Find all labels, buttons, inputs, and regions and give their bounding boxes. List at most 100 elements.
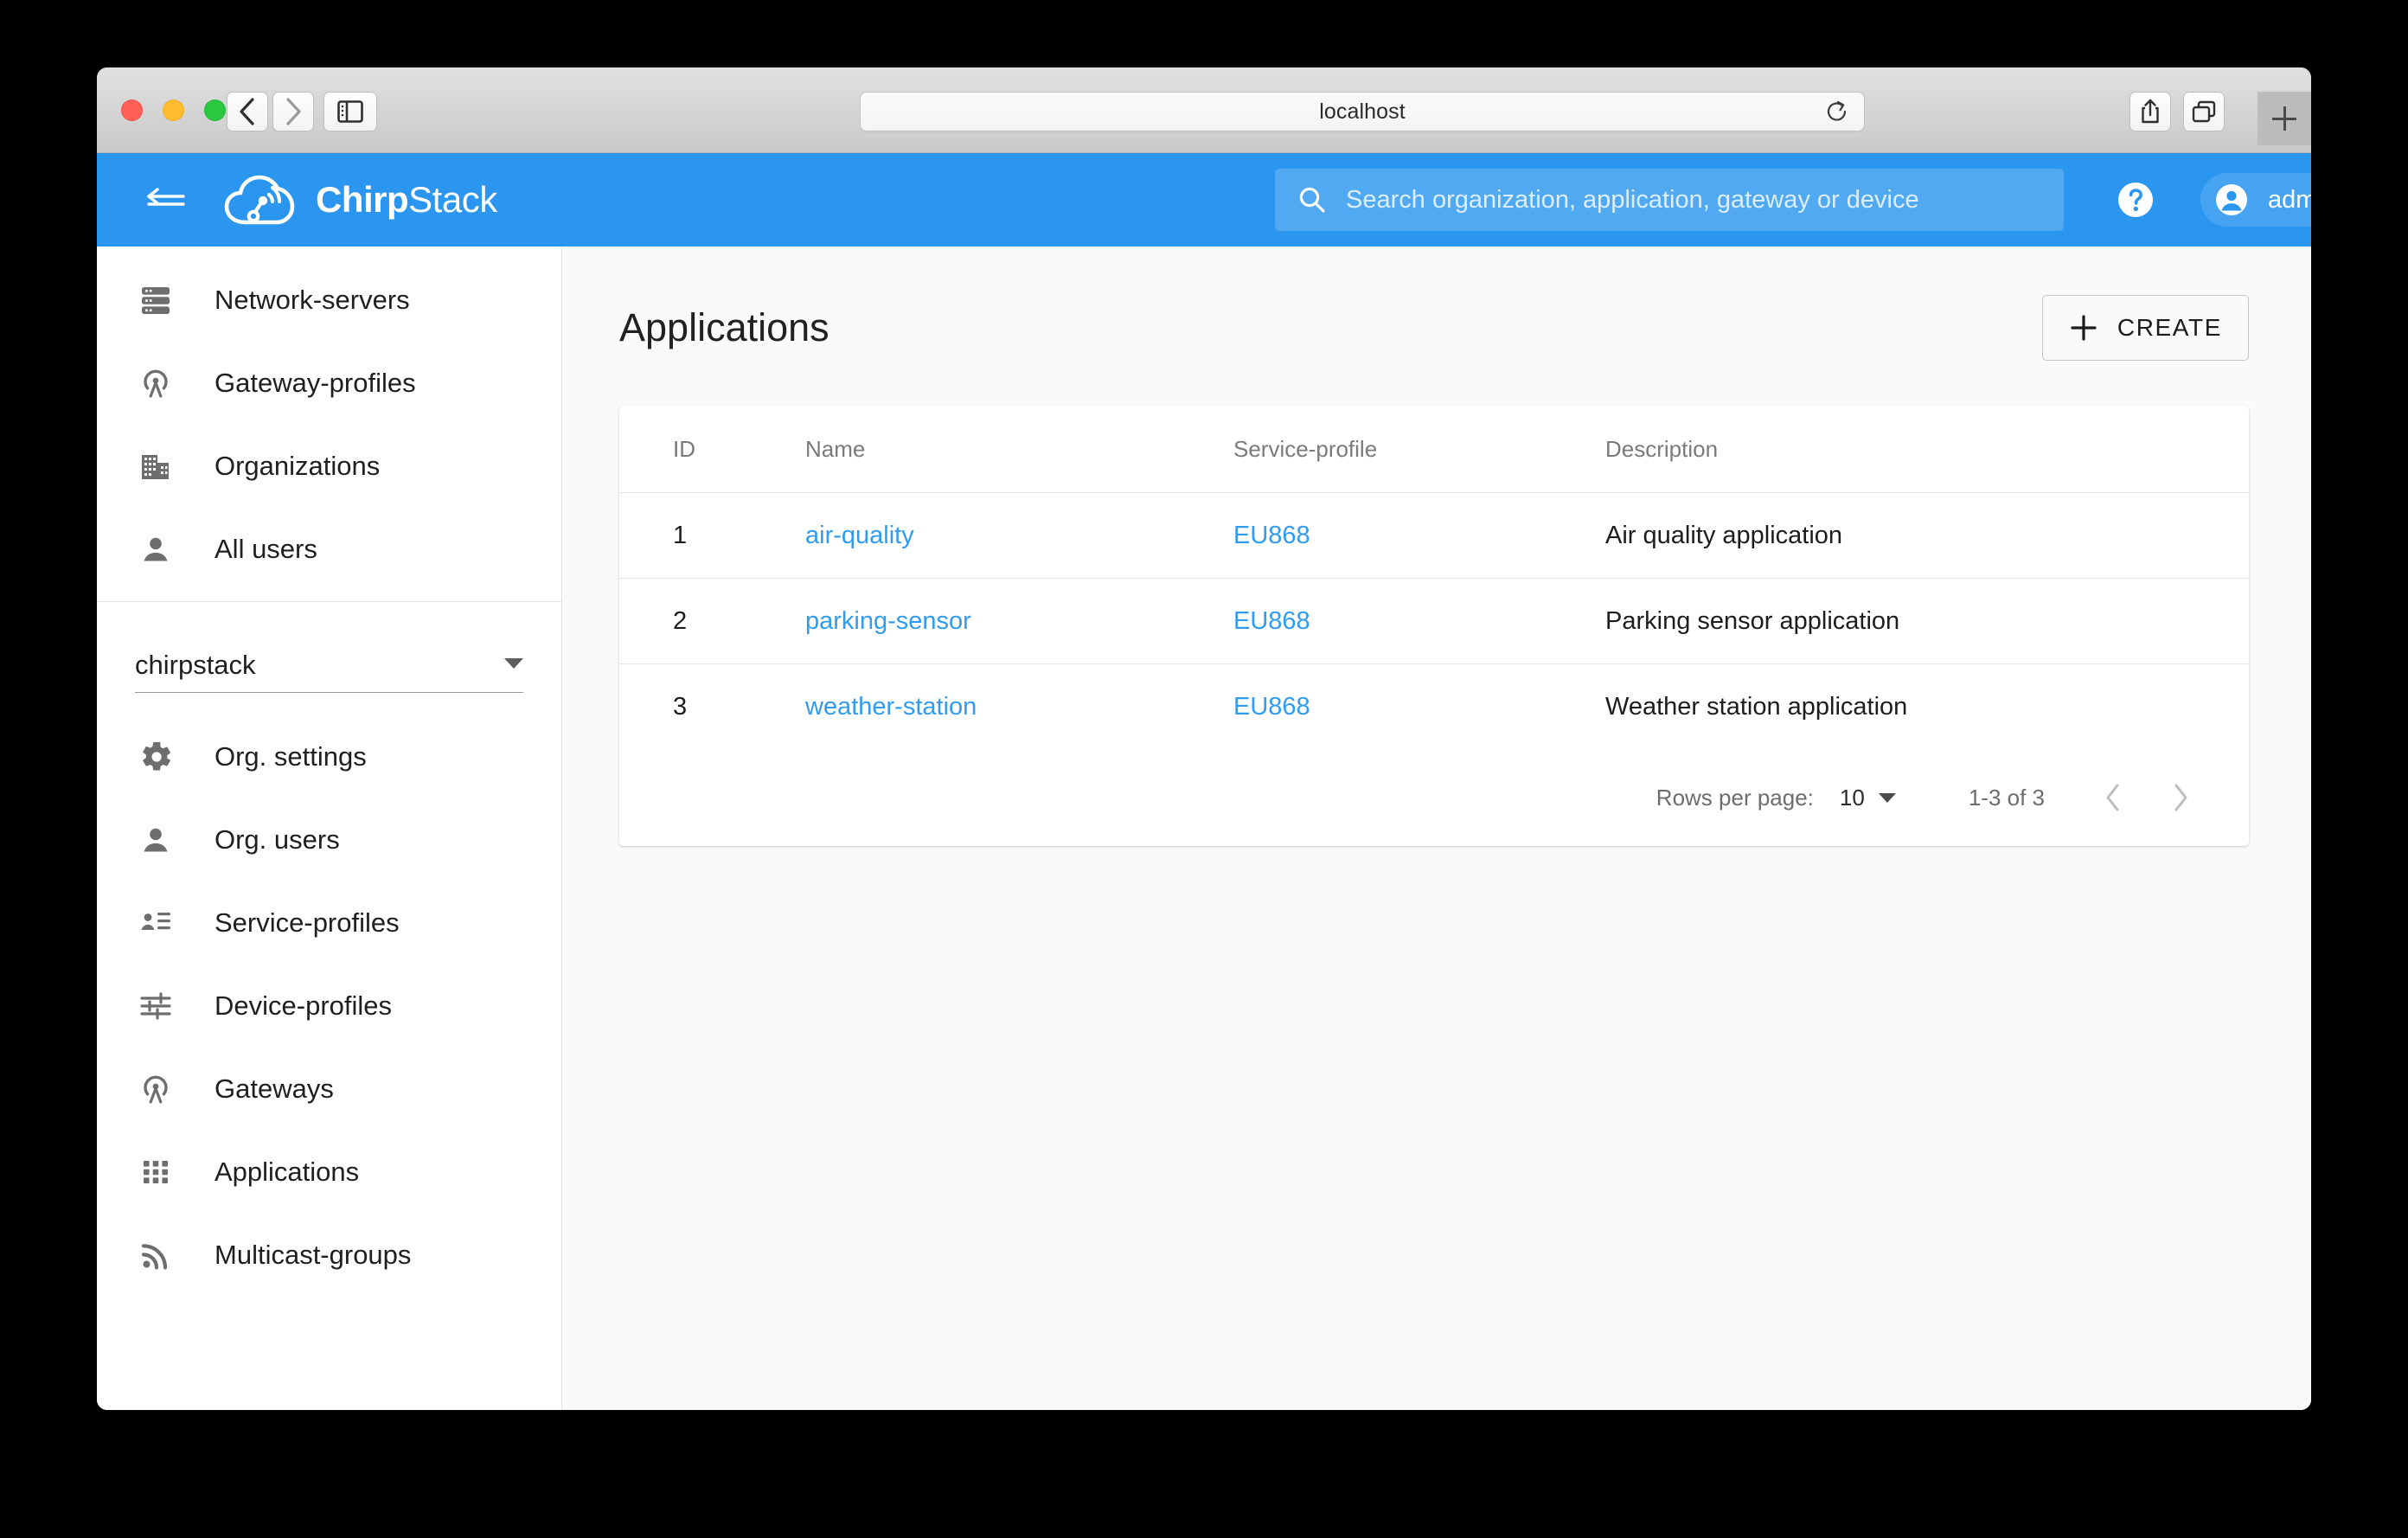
sidebar-item-label: Organizations xyxy=(215,451,380,482)
table-header-row: ID Name Service-profile Description xyxy=(619,406,2249,493)
cell-id: 1 xyxy=(619,493,805,579)
cell-description: Parking sensor application xyxy=(1605,579,2249,664)
application-link[interactable]: parking-sensor xyxy=(805,607,971,635)
minimize-window-button[interactable] xyxy=(163,99,184,121)
applications-table: ID Name Service-profile Description 1 ai… xyxy=(619,406,2249,749)
sidebar-item-org-users[interactable]: Org. users xyxy=(97,798,561,881)
browser-window: localhost xyxy=(97,67,2311,1410)
share-icon xyxy=(2139,98,2161,125)
close-window-button[interactable] xyxy=(121,99,143,121)
cell-description: Weather station application xyxy=(1605,664,2249,750)
applications-card: ID Name Service-profile Description 1 ai… xyxy=(619,406,2249,846)
plus-icon xyxy=(2069,313,2098,343)
table-header: ID Name Service-profile Description xyxy=(619,406,2249,493)
service-profile-link[interactable]: EU868 xyxy=(1233,522,1310,549)
back-button[interactable] xyxy=(227,92,268,131)
table-row[interactable]: 1 air-quality EU868 Air quality applicat… xyxy=(619,493,2249,579)
building-icon xyxy=(138,449,183,484)
next-page-button[interactable] xyxy=(2154,771,2207,824)
create-button[interactable]: CREATE xyxy=(2042,295,2249,361)
app-body: Network-servers Gateway-profiles xyxy=(97,247,2311,1410)
sidebar-item-gateway-profiles[interactable]: Gateway-profiles xyxy=(97,342,561,425)
table-pagination: Rows per page: 10 1-3 of 3 xyxy=(619,749,2249,846)
person-icon xyxy=(138,532,183,567)
sidebar-item-organizations[interactable]: Organizations xyxy=(97,425,561,508)
share-button[interactable] xyxy=(2129,92,2171,131)
brand-text-light: Stack xyxy=(408,179,497,220)
sidebar-item-org-settings[interactable]: Org. settings xyxy=(97,715,561,798)
help-button[interactable] xyxy=(2112,176,2159,223)
new-tab-button[interactable] xyxy=(2258,92,2311,145)
sidebar-item-all-users[interactable]: All users xyxy=(97,508,561,591)
sidebar-item-label: Device-profiles xyxy=(215,990,392,1022)
tab-overview-button[interactable] xyxy=(2183,92,2225,131)
chevron-left-icon xyxy=(238,97,257,126)
page-title: Applications xyxy=(619,305,829,350)
sidebar-item-label: Multicast-groups xyxy=(215,1240,411,1271)
service-profile-link[interactable]: EU868 xyxy=(1233,607,1310,635)
global-search[interactable]: Search organization, application, gatewa… xyxy=(1275,169,2064,231)
sidebar-item-applications[interactable]: Applications xyxy=(97,1131,561,1214)
cell-id: 3 xyxy=(619,664,805,750)
pagination-range: 1-3 of 3 xyxy=(1969,785,2045,811)
apps-grid-icon xyxy=(138,1155,183,1189)
organization-selector-wrap: chirpstack xyxy=(97,602,561,693)
sidebar-item-label: Gateways xyxy=(215,1073,334,1105)
sidebar: Network-servers Gateway-profiles xyxy=(97,247,562,1410)
main-content: Applications CREATE ID Name Servic xyxy=(562,247,2311,1410)
reload-button[interactable] xyxy=(1826,99,1848,125)
column-header-id: ID xyxy=(619,406,805,493)
previous-page-button[interactable] xyxy=(2086,771,2140,824)
maximize-window-button[interactable] xyxy=(204,99,226,121)
cell-service-profile: EU868 xyxy=(1233,579,1605,664)
service-profile-link[interactable]: EU868 xyxy=(1233,693,1310,721)
rows-per-page-label: Rows per page: xyxy=(1656,785,1814,811)
chevron-down-icon xyxy=(504,658,523,669)
sidebar-toggle-button[interactable] xyxy=(323,92,377,131)
sidebar-item-multicast-groups[interactable]: Multicast-groups xyxy=(97,1214,561,1297)
column-header-name: Name xyxy=(805,406,1233,493)
cell-name: air-quality xyxy=(805,493,1233,579)
sidebar-toggle-wrap xyxy=(323,92,377,131)
address-bar[interactable]: localhost xyxy=(860,92,1865,131)
forward-button[interactable] xyxy=(272,92,314,131)
search-icon xyxy=(1297,185,1327,215)
chevron-right-icon xyxy=(284,97,303,126)
application-link[interactable]: air-quality xyxy=(805,522,914,549)
url-text: localhost xyxy=(1319,99,1406,125)
organization-selector[interactable]: chirpstack xyxy=(135,638,523,693)
sidebar-item-service-profiles[interactable]: Service-profiles xyxy=(97,881,561,964)
sidebar-item-label: Network-servers xyxy=(215,285,410,316)
chevron-down-icon xyxy=(1879,793,1896,803)
brand-text: ChirpStack xyxy=(316,179,497,221)
menu-collapse-button[interactable] xyxy=(146,180,186,220)
chirpstack-cloud-logo-icon xyxy=(222,169,304,231)
cell-name: weather-station xyxy=(805,664,1233,750)
brand-text-bold: Chirp xyxy=(316,179,408,220)
person-icon xyxy=(138,823,183,857)
browser-actions xyxy=(2129,92,2225,131)
cell-description: Air quality application xyxy=(1605,493,2249,579)
search-input-placeholder: Search organization, application, gatewa… xyxy=(1346,186,1919,215)
navigation-buttons xyxy=(227,92,314,131)
contacts-list-icon xyxy=(138,906,183,940)
window-controls xyxy=(121,99,226,121)
gear-icon xyxy=(138,740,183,774)
rows-per-page-value: 10 xyxy=(1840,785,1865,811)
brand-logo[interactable]: ChirpStack xyxy=(222,169,497,231)
table-row[interactable]: 3 weather-station EU868 Weather station … xyxy=(619,664,2249,750)
sidebar-item-device-profiles[interactable]: Device-profiles xyxy=(97,964,561,1048)
sidebar-item-label: Applications xyxy=(215,1157,359,1188)
page-header: Applications CREATE xyxy=(619,295,2249,361)
table-row[interactable]: 2 parking-sensor EU868 Parking sensor ap… xyxy=(619,579,2249,664)
sidebar-item-network-servers[interactable]: Network-servers xyxy=(97,259,561,342)
column-header-service-profile: Service-profile xyxy=(1233,406,1605,493)
help-circle-icon xyxy=(2113,177,2158,222)
sidebar-item-gateways[interactable]: Gateways xyxy=(97,1048,561,1131)
user-menu-button[interactable]: admin xyxy=(2200,173,2311,227)
sidebar-item-label: Org. settings xyxy=(215,741,367,772)
rss-feed-icon xyxy=(138,1238,183,1272)
application-link[interactable]: weather-station xyxy=(805,693,977,721)
rows-per-page-select[interactable]: 10 xyxy=(1840,785,1896,811)
app-header: ChirpStack Search organization, applicat… xyxy=(97,153,2311,247)
